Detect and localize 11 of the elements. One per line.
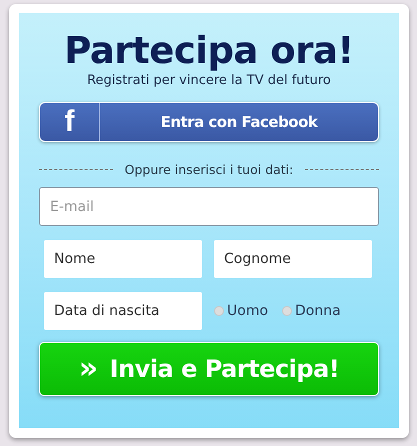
divider-text: Oppure inserisci i tuoi dati: [124, 162, 294, 177]
last-name-field[interactable]: Cognome [214, 240, 372, 278]
birthdate-field[interactable]: Data di nascita [44, 292, 202, 330]
double-chevron-icon: » [78, 354, 98, 384]
form-subtitle: Registrati per vincere la TV del futuro [86, 73, 332, 88]
first-name-field[interactable]: Nome [44, 240, 202, 278]
email-field[interactable]: E-mail [39, 187, 379, 226]
gender-radio[interactable]: Donna [282, 303, 341, 319]
facebook-login-button[interactable]: f Entra con Facebook [39, 102, 379, 142]
gender-radio[interactable]: Uomo [214, 303, 268, 319]
form-title: Partecipa ora! [63, 29, 355, 73]
